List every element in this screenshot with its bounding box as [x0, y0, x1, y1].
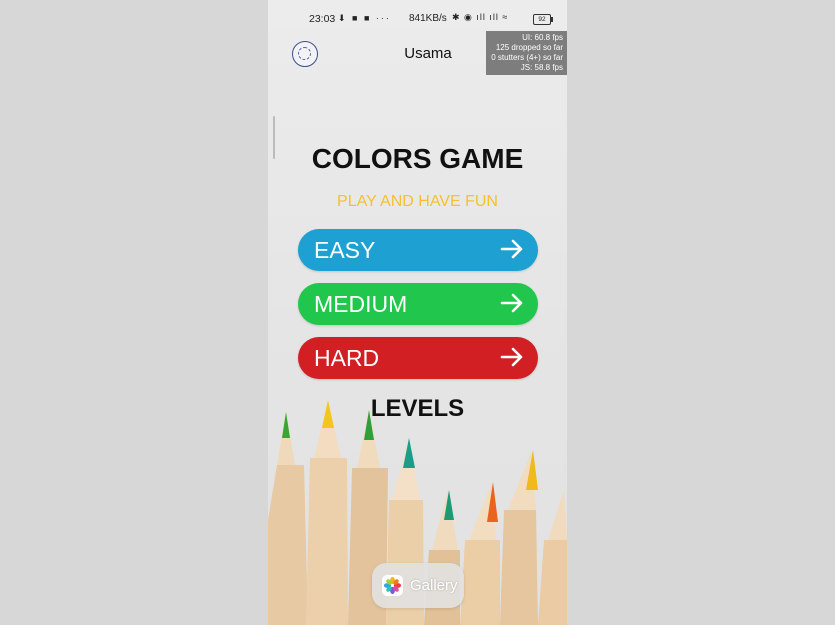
notification-icons: ⬇ ■ ■ ···: [338, 13, 391, 23]
medium-button-label: MEDIUM: [314, 291, 408, 317]
levels-heading: LEVELS: [370, 395, 465, 422]
arrow-right-icon: [500, 239, 523, 259]
easy-button[interactable]: EASY: [298, 229, 538, 271]
medium-button[interactable]: MEDIUM: [298, 283, 538, 325]
hard-button-label: HARD: [314, 345, 380, 371]
status-time: 23:03: [309, 13, 336, 25]
phone-screen: 23:03 ⬇ ■ ■ ··· 841KB/s ✱ ◉ ıll ıll ≈ 92…: [268, 0, 567, 625]
status-bar: 23:03 ⬇ ■ ■ ··· 841KB/s ✱ ◉ ıll ıll ≈ 92: [268, 9, 567, 29]
easy-button-label: EASY: [314, 237, 376, 263]
perf-js-fps: JS: 58.8 fps: [520, 63, 563, 72]
arrow-right-icon: [500, 293, 523, 313]
page-subtitle: PLAY AND HAVE FUN: [337, 193, 498, 210]
hard-button[interactable]: HARD: [298, 337, 538, 379]
perf-stutters: 0 stutters (4+) so far: [491, 53, 563, 62]
network-speed: 841KB/s: [409, 13, 447, 24]
gallery-label: Gallery: [410, 577, 458, 594]
arrow-right-icon: [500, 347, 523, 367]
perf-monitor-overlay: UI: 60.8 fps 125 dropped so far 0 stutte…: [486, 31, 567, 75]
battery-icon: 92: [533, 14, 553, 25]
gallery-button[interactable]: Gallery: [372, 563, 464, 608]
perf-dropped: 125 dropped so far: [495, 43, 563, 52]
perf-ui-fps: UI: 60.8 fps: [522, 33, 563, 42]
photos-flower-icon: [382, 575, 403, 596]
signal-wifi-icons: ✱ ◉ ıll ıll ≈: [452, 12, 509, 22]
page-title: COLORS GAME: [311, 143, 524, 174]
